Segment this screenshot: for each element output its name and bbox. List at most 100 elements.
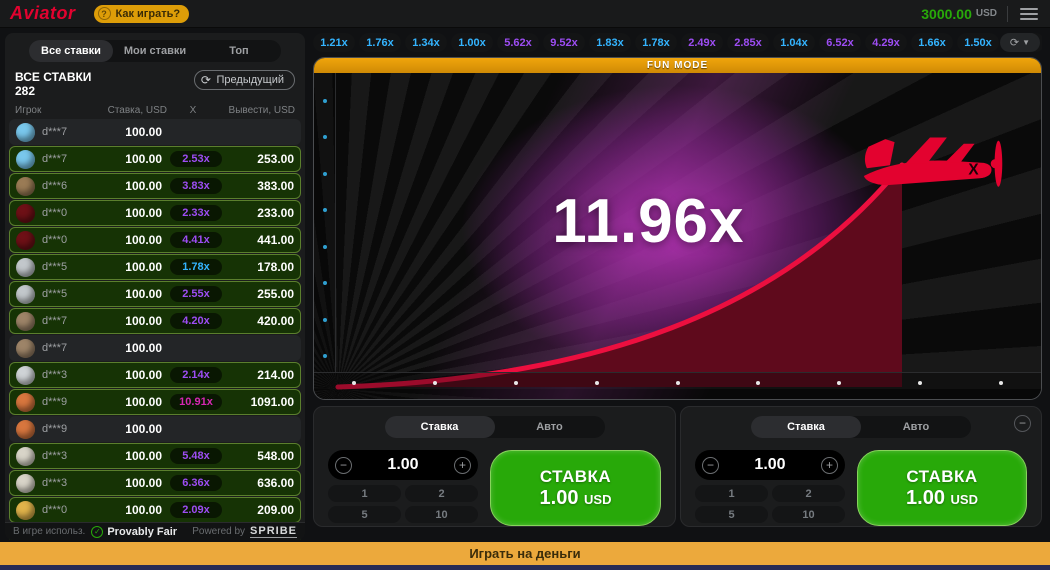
aviator-app: Aviator ? Как играть? 3000.00 USD Все ст…: [0, 0, 1050, 570]
panel1-amount-value[interactable]: 1.00: [352, 456, 454, 474]
cashout-amount: 209.00: [222, 503, 294, 517]
panel1-bet-label: СТАВКА: [540, 467, 611, 487]
bet-row: d***3 100.00 6.36x 636.00: [9, 470, 301, 496]
plus-icon[interactable]: +: [454, 457, 471, 474]
panel1-quick-2[interactable]: 2: [405, 485, 478, 502]
question-icon: ?: [98, 7, 111, 20]
bet-amount: 100.00: [106, 395, 162, 409]
history-dropdown-button[interactable]: ⟲ ▼: [1000, 33, 1040, 52]
panel2-amount-value[interactable]: 1.00: [719, 456, 821, 474]
provably-fair-footer: В игре использ. ✓ Provably Fair Powered …: [5, 522, 305, 540]
panel1-quick-5[interactable]: 5: [328, 506, 401, 523]
avatar: [16, 339, 35, 358]
player-name: d***6: [42, 180, 106, 192]
multiplier-badge: 2.55x: [170, 286, 222, 302]
panel2-tab-auto[interactable]: Авто: [861, 416, 971, 438]
how-to-play-button[interactable]: ? Как играть?: [94, 5, 190, 23]
tab-top[interactable]: Топ: [197, 40, 281, 62]
remove-panel-icon[interactable]: −: [1014, 415, 1031, 432]
bet-amount: 100.00: [106, 476, 162, 490]
bet-amount: 100.00: [106, 260, 162, 274]
bet-amount: 100.00: [106, 503, 162, 517]
panel2-quick-5[interactable]: 5: [695, 506, 768, 523]
history-multiplier: 1.76x: [359, 33, 401, 52]
bets-tabs: Все ставки Мои ставки Топ: [29, 40, 281, 62]
previous-round-button[interactable]: ⟲ Предыдущий: [194, 70, 295, 90]
player-name: d***0: [42, 234, 106, 246]
panel2-quick-1[interactable]: 1: [695, 485, 768, 502]
player-name: d***5: [42, 261, 106, 273]
fun-mode-banner: FUN MODE: [314, 58, 1041, 73]
tab-all-bets[interactable]: Все ставки: [29, 40, 113, 62]
bets-count: 282: [15, 84, 91, 98]
avatar: [16, 123, 35, 142]
bet-row: d***3 100.00 2.14x 214.00: [9, 362, 301, 388]
play-for-money-bar[interactable]: Играть на деньги: [0, 542, 1050, 565]
player-name: d***7: [42, 315, 106, 327]
avatar: [16, 177, 35, 196]
column-player: Игрок: [15, 105, 101, 116]
caret-down-icon: ▼: [1022, 38, 1030, 47]
cashout-amount: 441.00: [222, 233, 294, 247]
bet-amount: 100.00: [106, 449, 162, 463]
history-multiplier: 1.21x: [313, 33, 355, 52]
current-multiplier: 11.96x: [387, 186, 910, 257]
hamburger-menu-icon[interactable]: [1018, 4, 1040, 24]
tab-my-bets[interactable]: Мои ставки: [113, 40, 197, 62]
panel2-quick-10[interactable]: 10: [772, 506, 845, 523]
panel2-bet-currency: USD: [951, 492, 978, 507]
cashout-amount: 420.00: [222, 314, 294, 328]
panel1-quick-1[interactable]: 1: [328, 485, 401, 502]
bet-amount: 100.00: [106, 233, 162, 247]
column-bet: Ставка, USD: [101, 105, 167, 116]
spribe-logo[interactable]: SPRIBE: [250, 525, 297, 538]
history-multiplier: 1.04x: [773, 33, 815, 52]
multiplier-badge: 3.83x: [170, 178, 222, 194]
y-axis-dots: [314, 73, 336, 372]
panel1-bet-currency: USD: [584, 492, 611, 507]
footer-prefix: В игре использ.: [13, 526, 85, 537]
minus-icon[interactable]: −: [335, 457, 352, 474]
bets-sidebar: Все ставки Мои ставки Топ ВСЕ СТАВКИ 282…: [5, 33, 305, 540]
bet-panel-2: − Ставка Авто − 1.00 + 1 2 5 10 СТАВКА: [680, 406, 1042, 527]
bet-amount: 100.00: [106, 314, 162, 328]
panel2-bet-amount: 1.00: [906, 487, 945, 509]
bet-row: d***0 100.00 2.33x 233.00: [9, 200, 301, 226]
avatar: [16, 312, 35, 331]
player-name: d***3: [42, 369, 106, 381]
plane-icon: X: [854, 116, 1009, 196]
provably-fair-label[interactable]: Provably Fair: [107, 526, 177, 538]
bet-row: d***3 100.00 5.48x 548.00: [9, 443, 301, 469]
cashout-amount: 383.00: [222, 179, 294, 193]
history-multiplier: 1.50x: [957, 33, 999, 52]
bet-amount: 100.00: [106, 179, 162, 193]
balance-amount: 3000.00: [921, 6, 972, 22]
panel1-bet-amount: 1.00: [540, 487, 579, 509]
multiplier-history: 1.21x 1.76x 1.34x 1.00x 5.62x 9.52x 1.: [313, 32, 1042, 53]
previous-label: Предыдущий: [217, 74, 284, 86]
panel1-quick-10[interactable]: 10: [405, 506, 478, 523]
panel1-tab-auto[interactable]: Авто: [495, 416, 605, 438]
player-name: d***0: [42, 207, 106, 219]
minus-icon[interactable]: −: [702, 457, 719, 474]
avatar: [16, 231, 35, 250]
panel2-tab-bet[interactable]: Ставка: [751, 416, 861, 438]
bet-amount: 100.00: [106, 287, 162, 301]
bet-amount: 100.00: [106, 125, 162, 139]
history-multiplier: 9.52x: [543, 33, 585, 52]
bet-amount: 100.00: [106, 206, 162, 220]
player-name: d***5: [42, 288, 106, 300]
panel1-tabs: Ставка Авто: [385, 416, 605, 438]
bet-amount: 100.00: [106, 422, 162, 436]
history-clock-icon: ⟲: [1010, 36, 1019, 49]
bottom-strip: [0, 565, 1050, 570]
panel1-bet-button[interactable]: СТАВКА 1.00 USD: [490, 450, 661, 526]
bet-row: d***0 100.00 2.09x 209.00: [9, 497, 301, 523]
fun-mode-label: FUN MODE: [647, 60, 708, 71]
panel1-tab-bet[interactable]: Ставка: [385, 416, 495, 438]
plus-icon[interactable]: +: [821, 457, 838, 474]
panel2-bet-button[interactable]: СТАВКА 1.00 USD: [857, 450, 1027, 526]
player-name: d***9: [42, 396, 106, 408]
history-multiplier: 1.00x: [451, 33, 493, 52]
panel2-quick-2[interactable]: 2: [772, 485, 845, 502]
